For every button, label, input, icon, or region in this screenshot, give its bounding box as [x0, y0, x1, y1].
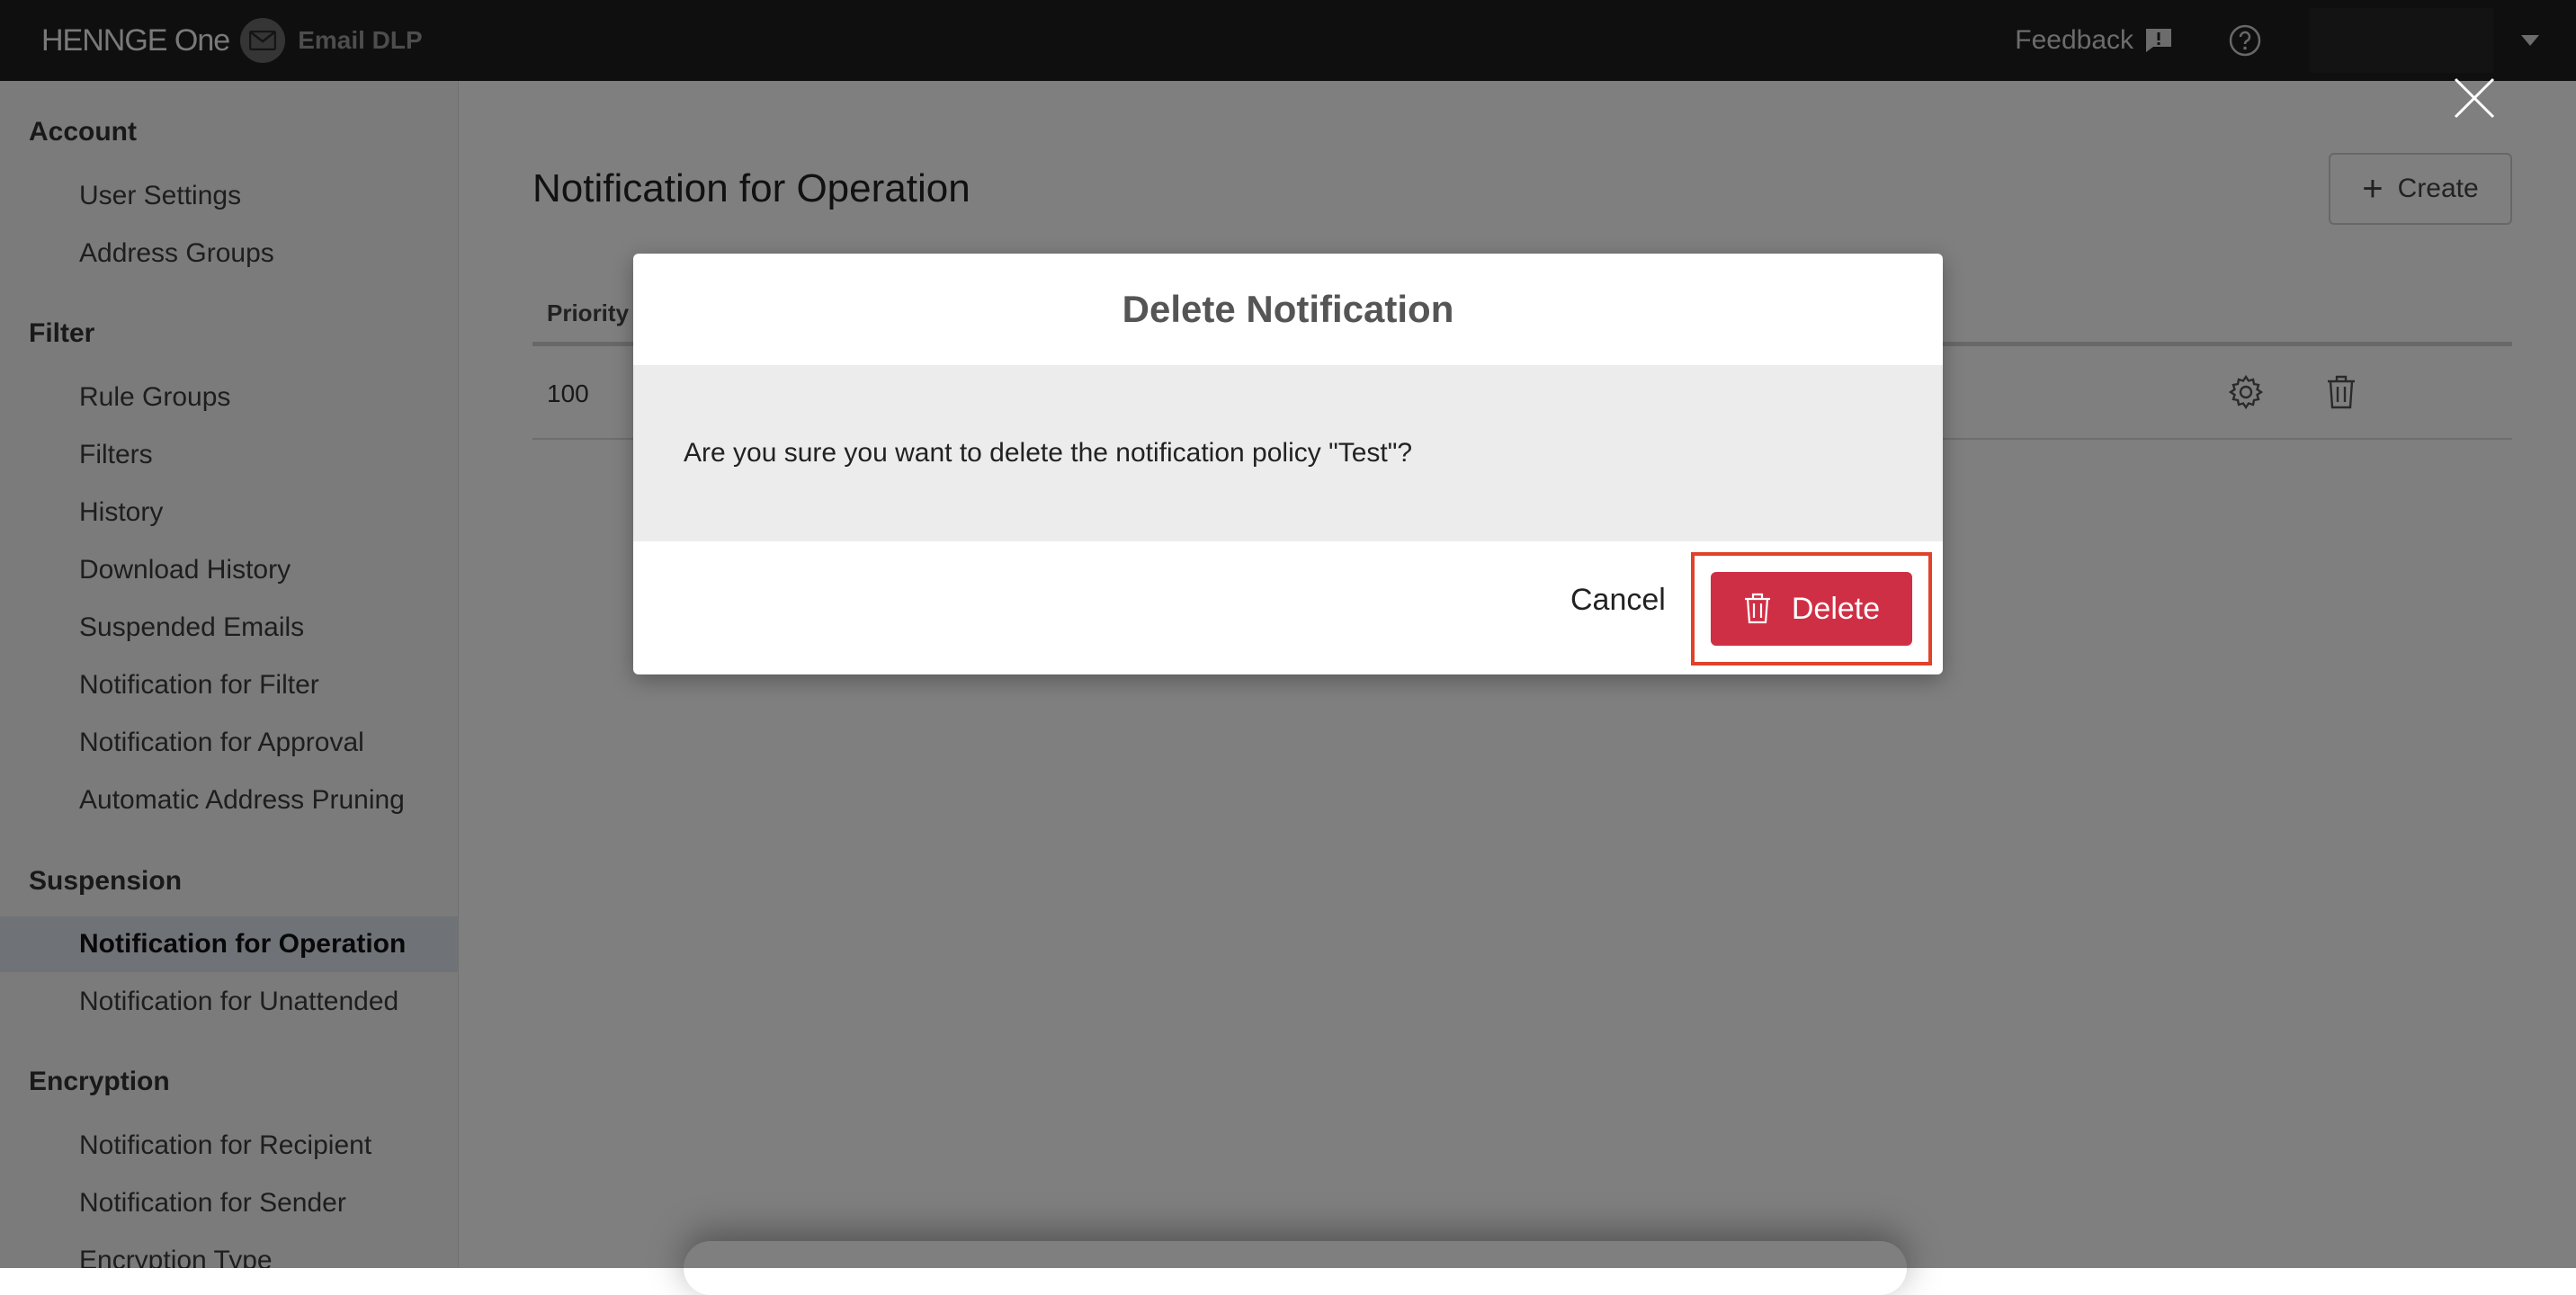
dialog-header: Delete Notification: [633, 254, 1943, 365]
close-icon[interactable]: [2454, 77, 2495, 119]
delete-label: Delete: [1791, 591, 1881, 626]
dialog-body: Are you sure you want to delete the noti…: [633, 365, 1943, 541]
cancel-button[interactable]: Cancel: [1570, 583, 1666, 618]
dialog-title: Delete Notification: [1122, 288, 1454, 330]
delete-button[interactable]: Delete: [1711, 572, 1912, 646]
background-shadow: [684, 1241, 1907, 1295]
delete-notification-dialog: Delete Notification Are you sure you wan…: [633, 254, 1943, 674]
trash-icon: [1743, 593, 1772, 625]
dialog-footer: Cancel Delete: [633, 541, 1943, 674]
dialog-message: Are you sure you want to delete the noti…: [684, 438, 1413, 468]
